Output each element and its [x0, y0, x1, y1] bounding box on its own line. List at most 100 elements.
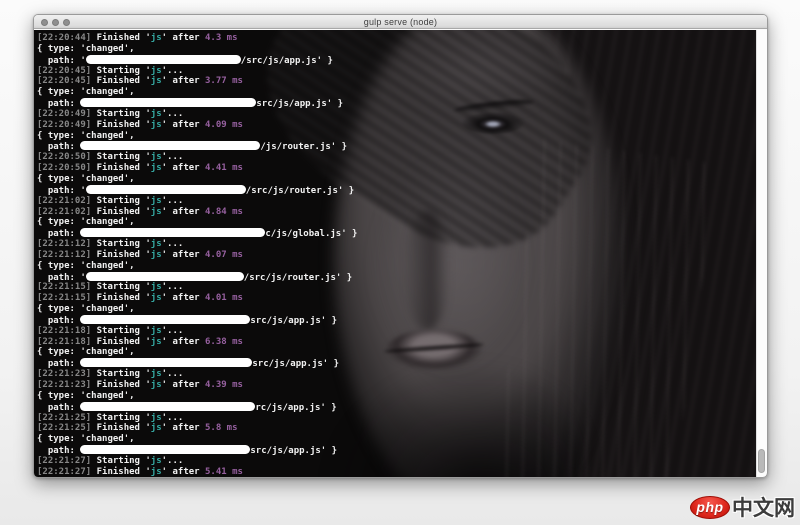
redacted-path-bar: [80, 141, 261, 151]
terminal-line: path: rc/js/app.js' }: [37, 401, 756, 413]
terminal-text-segment: Finished ': [91, 33, 151, 43]
terminal-line: { type: 'changed',: [37, 347, 756, 358]
terminal-text-segment: Finished ': [91, 76, 151, 87]
zoom-button[interactable]: [63, 18, 70, 26]
terminal-text-segment: js: [150, 152, 162, 163]
terminal-text-segment: [22:21:25]: [37, 423, 92, 434]
terminal-screen[interactable]: [22:20:44] Finished 'js' after 4.3 ms{ t…: [34, 30, 767, 477]
terminal-text-segment: ' after: [161, 466, 205, 477]
terminal-text-segment: [22:20:44]: [37, 33, 92, 43]
redacted-path-bar: [85, 54, 241, 64]
terminal-text-segment: js: [150, 380, 162, 390]
terminal-line: [22:20:50] Finished 'js' after 4.41 ms: [37, 163, 756, 174]
terminal-text-segment: 4.39 ms: [205, 380, 243, 390]
terminal-text-segment: js: [150, 282, 162, 293]
terminal-text-segment: 3.77 ms: [205, 76, 243, 87]
terminal-line: [22:20:50] Starting 'js'...: [37, 152, 756, 163]
terminal-text-segment: 4.01 ms: [205, 293, 243, 304]
terminal-text-segment: [22:20:50]: [37, 152, 92, 163]
terminal-line: [22:20:45] Finished 'js' after 3.77 ms: [37, 76, 756, 87]
redacted-path-bar: [85, 184, 246, 194]
terminal-line: [22:21:02] Starting 'js'...: [37, 196, 756, 207]
terminal-text-segment: '...: [161, 108, 184, 119]
terminal-text-segment: [22:21:12]: [37, 239, 92, 250]
terminal-text-segment: Finished ': [91, 466, 151, 477]
terminal-text-segment: Starting ': [91, 239, 151, 250]
terminal-text-segment: js: [150, 65, 162, 76]
php-cn-watermark: php 中文网: [690, 492, 795, 522]
terminal-text-segment: Finished ': [91, 380, 151, 390]
terminal-text-segment: path: ': [37, 55, 86, 66]
terminal-text-segment: [22:21:02]: [37, 195, 92, 206]
terminal-text-segment: '...: [161, 152, 184, 163]
terminal-text-segment: c/js/global.js' }: [265, 229, 358, 240]
terminal-text-segment: [22:20:49]: [37, 119, 92, 130]
scrollbar-track[interactable]: [756, 30, 767, 477]
terminal-text-segment: /src/js/router.js' }: [243, 272, 353, 283]
terminal-text-segment: [22:20:50]: [37, 163, 92, 174]
terminal-line: [22:21:25] Finished 'js' after 5.8 ms: [37, 423, 756, 434]
terminal-line: [22:21:12] Starting 'js'...: [37, 239, 756, 250]
terminal-text-segment: ' after: [161, 249, 205, 260]
terminal-line: path: ' /src/js/app.js' }: [37, 54, 756, 66]
terminal-text-segment: js: [150, 423, 162, 434]
terminal-text-segment: js: [150, 206, 162, 217]
terminal-text-segment: 6.38 ms: [205, 336, 243, 347]
terminal-text-segment: path:: [37, 315, 81, 326]
terminal-line: path: src/js/app.js' }: [37, 358, 756, 369]
terminal-text-segment: js: [150, 455, 162, 466]
terminal-window[interactable]: gulp serve (node) [22:20:44] Finished 'j…: [33, 14, 768, 478]
terminal-text-segment: [22:20:45]: [37, 76, 92, 87]
terminal-text-segment: ' after: [161, 206, 205, 217]
terminal-line: [22:20:45] Starting 'js'...: [37, 66, 756, 77]
terminal-text-segment: [22:21:15]: [37, 293, 92, 304]
scrollbar-thumb[interactable]: [758, 449, 765, 473]
terminal-text-segment: [22:21:02]: [37, 206, 92, 217]
terminal-text-segment: js: [150, 33, 162, 43]
terminal-line: { type: 'changed',: [37, 87, 756, 98]
terminal-text-segment: path:: [37, 142, 81, 153]
terminal-line: [22:20:44] Finished 'js' after 4.3 ms: [37, 33, 756, 44]
terminal-text-segment: src/js/app.js' }: [250, 315, 338, 326]
terminal-text-segment: Starting ': [91, 412, 151, 423]
terminal-text-segment: [22:20:45]: [37, 65, 92, 76]
terminal-text-segment: { type: 'changed',: [37, 43, 135, 54]
terminal-text-segment: Starting ': [91, 325, 151, 336]
terminal-line: [22:21:12] Finished 'js' after 4.07 ms: [37, 250, 756, 261]
terminal-text-segment: { type: 'changed',: [37, 217, 135, 228]
window-title: gulp serve (node): [363, 16, 438, 27]
minimize-button[interactable]: [52, 18, 59, 26]
redacted-path-bar: [85, 271, 244, 281]
terminal-text-segment: Finished ': [91, 206, 151, 217]
terminal-text-segment: 5.41 ms: [205, 466, 243, 477]
redacted-path-bar: [80, 228, 266, 238]
close-button[interactable]: [41, 18, 48, 26]
terminal-text-segment: Finished ': [91, 336, 151, 347]
terminal-line: path: /js/router.js' }: [37, 141, 756, 152]
terminal-text-segment: js: [150, 76, 162, 87]
terminal-text-segment: [22:20:49]: [37, 108, 92, 119]
terminal-text-segment: { type: 'changed',: [37, 87, 135, 98]
terminal-text-segment: '...: [161, 455, 184, 466]
terminal-text-segment: js: [150, 325, 162, 336]
terminal-output: [22:20:44] Finished 'js' after 4.3 ms{ t…: [37, 33, 756, 477]
terminal-text-segment: 4.3 ms: [205, 33, 238, 43]
terminal-line: { type: 'changed',: [37, 391, 756, 402]
terminal-text-segment: Starting ': [91, 369, 151, 380]
terminal-line: path: src/js/app.js' }: [37, 445, 756, 456]
terminal-text-segment: { type: 'changed',: [37, 173, 135, 184]
terminal-text-segment: js: [150, 293, 162, 304]
terminal-line: [22:21:02] Finished 'js' after 4.84 ms: [37, 207, 756, 218]
terminal-text-segment: [22:21:18]: [37, 336, 92, 347]
terminal-line: [22:21:27] Starting 'js'...: [37, 456, 756, 467]
terminal-text-segment: js: [150, 108, 162, 119]
window-titlebar[interactable]: gulp serve (node): [34, 15, 767, 29]
terminal-line: path: src/js/app.js' }: [37, 314, 756, 326]
terminal-text-segment: rc/js/app.js' }: [255, 402, 337, 413]
terminal-line: { type: 'changed',: [37, 304, 756, 315]
terminal-text-segment: '...: [161, 325, 184, 336]
terminal-text-segment: ' after: [161, 293, 205, 304]
terminal-text-segment: src/js/app.js' }: [256, 99, 344, 110]
terminal-text-segment: path:: [37, 99, 81, 110]
terminal-text-segment: ' after: [161, 423, 205, 434]
